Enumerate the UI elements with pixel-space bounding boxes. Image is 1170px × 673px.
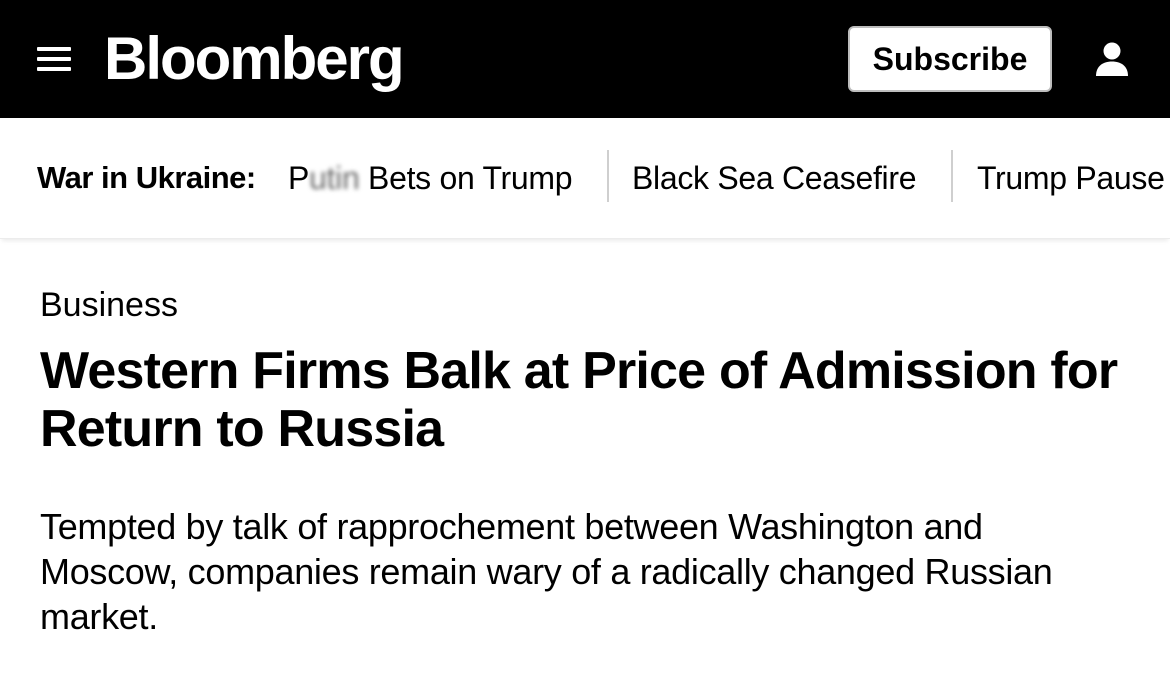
hamburger-menu-icon[interactable]: [37, 44, 71, 74]
topic-link-prefix: P: [288, 160, 310, 196]
topic-link-putin-bets-on-trump[interactable]: Putin Bets on Trump: [288, 158, 573, 198]
article-dek: Tempted by talk of rapprochement between…: [40, 506, 1053, 637]
obscured-text: utin: [309, 160, 360, 196]
topic-divider: [951, 150, 953, 202]
article-headline: Western Firms Balk at Price of Admission…: [40, 342, 1118, 458]
topic-link-trump-pause[interactable]: Trump Pause: [977, 158, 1165, 198]
article-category[interactable]: Business: [40, 284, 178, 326]
user-icon[interactable]: [1093, 40, 1131, 78]
site-header: Bloomberg Subscribe: [0, 0, 1170, 118]
topic-divider: [607, 150, 609, 202]
topic-bar: War in Ukraine: Putin Bets on Trump Blac…: [0, 118, 1170, 239]
subscribe-button[interactable]: Subscribe: [848, 26, 1052, 92]
topic-link-rest: Bets on Trump: [359, 160, 573, 196]
bloomberg-logo[interactable]: Bloomberg: [104, 24, 405, 94]
topic-link-black-sea-ceasefire[interactable]: Black Sea Ceasefire: [632, 158, 917, 198]
topic-bar-label: War in Ukraine:: [37, 160, 256, 195]
